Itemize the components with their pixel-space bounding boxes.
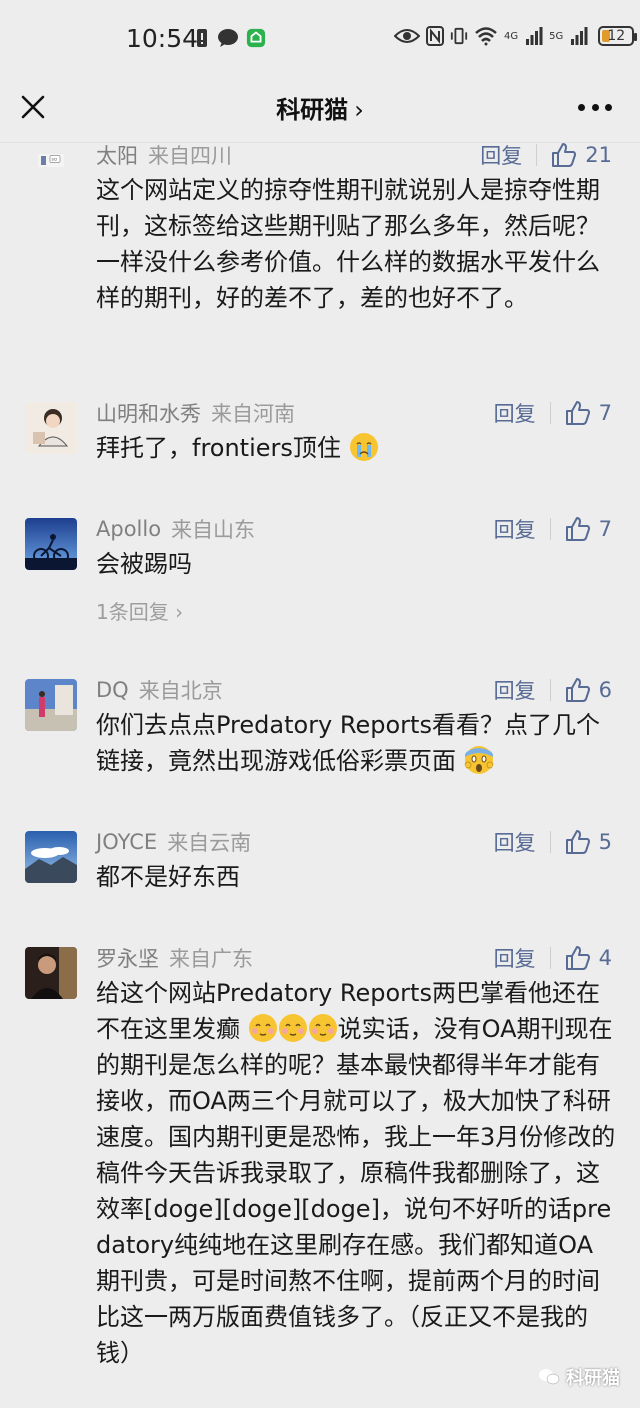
reply-button[interactable]: 回复 bbox=[494, 675, 536, 705]
author-location: 来自山东 bbox=[171, 518, 256, 542]
author-location: 来自河南 bbox=[211, 402, 295, 426]
network-5g-label: 5G bbox=[549, 30, 564, 42]
author-location: 来自广东 bbox=[169, 947, 253, 971]
like-button[interactable]: 5 bbox=[565, 829, 612, 855]
thumbs-up-icon bbox=[565, 401, 590, 425]
like-button[interactable]: 4 bbox=[565, 945, 612, 971]
status-right-icons: 4G 5G 12 bbox=[394, 26, 638, 46]
author-name: DQ bbox=[96, 678, 129, 702]
view-replies-link[interactable]: 1条回复 › bbox=[96, 596, 183, 625]
divider bbox=[549, 679, 551, 701]
author-location: 来自四川 bbox=[148, 144, 232, 168]
reply-button[interactable]: 回复 bbox=[494, 827, 536, 857]
like-button[interactable]: 21 bbox=[551, 142, 612, 168]
comment-author: JOYCE 来自云南 bbox=[96, 827, 251, 857]
divider bbox=[549, 518, 551, 540]
smiling-emoji-icon bbox=[308, 1014, 337, 1042]
like-button[interactable]: 7 bbox=[565, 400, 612, 426]
smiling-emoji-icon bbox=[248, 1014, 277, 1042]
author-location: 来自北京 bbox=[138, 679, 223, 703]
like-count: 6 bbox=[598, 678, 612, 702]
sim-alert-icon bbox=[197, 29, 207, 47]
watermark: 科研猫 bbox=[538, 1364, 620, 1390]
chat-bubble-icon bbox=[218, 29, 238, 47]
like-count: 7 bbox=[598, 401, 612, 425]
svg-text:SCI: SCI bbox=[52, 158, 58, 162]
status-bar: 10:54 4G 5G 12 bbox=[0, 0, 640, 80]
comment-text-part-2: 说实话，没有OA期刊现在的期刊是怎么样的呢？基本最快都得半年才能有接收，而OA两… bbox=[96, 1015, 616, 1367]
thumbs-up-icon bbox=[552, 143, 577, 167]
signal-bars-icon-2 bbox=[571, 27, 588, 45]
battery-indicator: 12 bbox=[598, 26, 638, 46]
watermark-text: 科研猫 bbox=[566, 1368, 620, 1389]
eye-icon bbox=[394, 29, 420, 43]
reply-button[interactable]: 回复 bbox=[494, 514, 536, 544]
author-name: 罗永坚 bbox=[96, 947, 159, 971]
comment-author: 太阳 来自四川 bbox=[96, 140, 232, 170]
author-name: 山明和水秀 bbox=[96, 402, 201, 426]
like-count: 4 bbox=[598, 946, 612, 970]
avatar[interactable] bbox=[25, 402, 77, 454]
like-count: 7 bbox=[598, 517, 612, 541]
avatar[interactable] bbox=[25, 679, 77, 731]
thumbs-up-icon bbox=[565, 946, 590, 970]
comment-actions: 回复 21 bbox=[480, 140, 612, 170]
status-time: 10:54 bbox=[126, 24, 199, 53]
comment-author: 山明和水秀 来自河南 bbox=[96, 398, 295, 428]
thumbs-up-icon bbox=[565, 517, 590, 541]
divider bbox=[549, 402, 551, 424]
status-left-icons bbox=[193, 28, 267, 48]
thumbs-up-icon bbox=[565, 678, 590, 702]
comment-text: 会被踢吗 bbox=[96, 550, 192, 578]
wechat-logo-icon bbox=[539, 1369, 560, 1385]
author-name: JOYCE bbox=[96, 830, 158, 854]
comment-text-content: 拜托了，frontiers顶住 bbox=[96, 434, 341, 462]
app-notification-icon bbox=[246, 28, 266, 48]
page-title[interactable]: 科研猫 › bbox=[0, 90, 640, 125]
like-button[interactable]: 7 bbox=[565, 516, 612, 542]
comment-text-content: 你们去点点Predatory Reports看看？点了几个链接，竟然出现游戏低俗… bbox=[96, 711, 600, 775]
crying-emoji-icon bbox=[349, 433, 378, 461]
nfc-icon bbox=[426, 26, 444, 46]
divider bbox=[549, 947, 551, 969]
reply-button[interactable]: 回复 bbox=[480, 140, 522, 170]
reply-button[interactable]: 回复 bbox=[494, 398, 536, 428]
signal-bars-icon bbox=[526, 27, 543, 45]
vibrate-icon bbox=[450, 27, 468, 45]
more-options-icon[interactable] bbox=[578, 94, 612, 120]
reply-button[interactable]: 回复 bbox=[494, 943, 536, 973]
divider bbox=[536, 144, 538, 166]
scream-emoji-icon bbox=[464, 746, 494, 774]
smiling-emoji-icon bbox=[278, 1014, 307, 1042]
author-name: 太阳 bbox=[96, 144, 138, 168]
avatar[interactable]: SCI bbox=[25, 154, 77, 180]
wifi-icon bbox=[475, 27, 497, 46]
comment-text: 这个网站定义的掠夺性期刊就说别人是掠夺性期刊，这标签给这些期刊贴了那么多年，然后… bbox=[96, 176, 600, 312]
comment-actions: 回复 5 bbox=[494, 827, 612, 857]
comment-text: 给这个网站Predatory Reports两巴掌看他还在不在这里发癫 说实话，… bbox=[96, 975, 616, 1371]
comment-actions: 回复 4 bbox=[494, 943, 612, 973]
comment-author: 罗永坚 来自广东 bbox=[96, 943, 253, 973]
comment-author: Apollo 来自山东 bbox=[96, 514, 255, 544]
author-name: Apollo bbox=[96, 517, 162, 541]
avatar[interactable] bbox=[25, 947, 77, 999]
chevron-right-icon: › bbox=[354, 96, 364, 124]
comment-actions: 回复 7 bbox=[494, 398, 612, 428]
avatar[interactable] bbox=[25, 831, 77, 883]
comment-actions: 回复 6 bbox=[494, 675, 612, 705]
avatar[interactable] bbox=[25, 518, 77, 570]
comment-text: 都不是好东西 bbox=[96, 863, 240, 891]
comment-actions: 回复 7 bbox=[494, 514, 612, 544]
author-location: 来自云南 bbox=[167, 831, 252, 855]
network-4g-label: 4G bbox=[504, 30, 519, 42]
thumbs-up-icon bbox=[565, 830, 590, 854]
comment-text: 拜托了，frontiers顶住 bbox=[96, 430, 616, 466]
comment-text: 你们去点点Predatory Reports看看？点了几个链接，竟然出现游戏低俗… bbox=[96, 707, 616, 779]
like-button[interactable]: 6 bbox=[565, 677, 612, 703]
comment-author: DQ 来自北京 bbox=[96, 675, 223, 705]
like-count: 5 bbox=[598, 830, 612, 854]
nav-bar: 科研猫 › bbox=[0, 80, 640, 143]
like-count: 21 bbox=[585, 143, 612, 167]
divider bbox=[549, 831, 551, 853]
